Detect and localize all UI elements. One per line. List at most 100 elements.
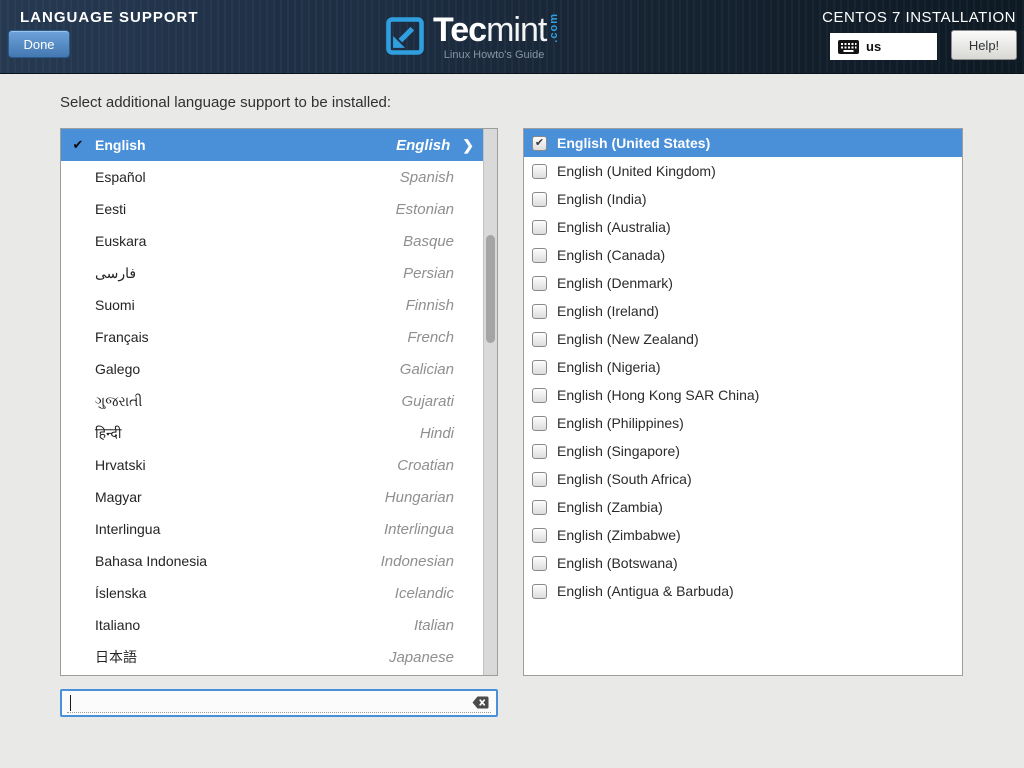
locale-label: English (South Africa): [557, 471, 692, 487]
locale-row[interactable]: English (South Africa): [524, 465, 962, 493]
language-row[interactable]: ગુજરાતીGujarati: [61, 385, 483, 417]
language-row[interactable]: ItalianoItalian: [61, 609, 483, 641]
keyboard-layout-indicator[interactable]: us: [830, 33, 937, 60]
checkbox-unchecked[interactable]: [532, 472, 547, 487]
locale-label: English (New Zealand): [557, 331, 699, 347]
checkbox-unchecked[interactable]: [532, 192, 547, 207]
locale-row[interactable]: English (Zimbabwe): [524, 521, 962, 549]
language-english-name: Italian: [414, 617, 454, 634]
page-title: LANGUAGE SUPPORT: [20, 9, 199, 26]
language-native-name: Bahasa Indonesia: [95, 553, 207, 569]
checkbox-unchecked[interactable]: [532, 528, 547, 543]
checkbox-unchecked[interactable]: [532, 332, 547, 347]
checkbox-unchecked[interactable]: [532, 556, 547, 571]
locale-row[interactable]: English (Canada): [524, 241, 962, 269]
logo-domain: .com: [548, 13, 560, 43]
selected-check-icon: ✔: [61, 137, 95, 153]
language-native-name: Eesti: [95, 201, 126, 217]
language-english-name: Icelandic: [395, 585, 454, 602]
language-native-name: Suomi: [95, 297, 135, 313]
language-english-name: English: [396, 137, 450, 154]
locale-row[interactable]: English (Zambia): [524, 493, 962, 521]
checkbox-unchecked[interactable]: [532, 416, 547, 431]
checkbox-unchecked[interactable]: [532, 584, 547, 599]
language-row[interactable]: EuskaraBasque: [61, 225, 483, 257]
locale-label: English (Zambia): [557, 499, 663, 515]
locale-list: ✔ English (United States) English (United …: [523, 128, 963, 676]
locale-row[interactable]: English (Nigeria): [524, 353, 962, 381]
locale-row[interactable]: English (Australia): [524, 213, 962, 241]
locale-label: English (Singapore): [557, 443, 680, 459]
locale-row[interactable]: English (Singapore): [524, 437, 962, 465]
language-list-scrollbar[interactable]: [483, 129, 497, 675]
locale-row[interactable]: English (Ireland): [524, 297, 962, 325]
language-english-name: Hindi: [420, 425, 454, 442]
locale-row[interactable]: English (Botswana): [524, 549, 962, 577]
checkbox-unchecked[interactable]: [532, 276, 547, 291]
clear-input-icon[interactable]: [472, 696, 489, 709]
locale-row[interactable]: English (Hong Kong SAR China): [524, 381, 962, 409]
language-row[interactable]: InterlinguaInterlingua: [61, 513, 483, 545]
language-native-name: فارسی: [95, 265, 136, 282]
locale-row[interactable]: ✔ English (United States): [524, 129, 962, 157]
locale-label: English (Denmark): [557, 275, 673, 291]
checkbox-unchecked[interactable]: [532, 360, 547, 375]
language-row[interactable]: ✔EnglishEnglish❯: [61, 129, 483, 161]
locale-row[interactable]: English (Denmark): [524, 269, 962, 297]
language-english-name: Interlingua: [384, 521, 454, 538]
checkbox-unchecked[interactable]: [532, 220, 547, 235]
tecmint-logo: Tecmint .com Linux Howto's Guide: [383, 12, 546, 61]
checkbox-checked[interactable]: ✔: [532, 136, 547, 151]
language-row[interactable]: GalegoGalician: [61, 353, 483, 385]
locale-row[interactable]: English (Antigua & Barbuda): [524, 577, 962, 605]
language-search-input[interactable]: [60, 689, 498, 717]
language-native-name: English: [95, 137, 146, 153]
language-row[interactable]: Bahasa Indonesia Indonesian: [61, 545, 483, 577]
language-row[interactable]: 日本語Japanese: [61, 641, 483, 673]
language-english-name: Persian: [403, 265, 454, 282]
checkbox-unchecked[interactable]: [532, 248, 547, 263]
instruction-text: Select additional language support to be…: [60, 94, 391, 111]
locale-row[interactable]: English (New Zealand): [524, 325, 962, 353]
checkbox-unchecked[interactable]: [532, 500, 547, 515]
locale-label: English (United States): [557, 135, 710, 151]
checkbox-unchecked[interactable]: [532, 388, 547, 403]
language-row[interactable]: فارسی Persian: [61, 257, 483, 289]
language-row[interactable]: FrançaisFrench: [61, 321, 483, 353]
logo-wordmark: Tecmint: [433, 12, 546, 48]
logo-tagline: Linux Howto's Guide: [433, 49, 546, 61]
locale-label: English (Nigeria): [557, 359, 660, 375]
product-title: CENTOS 7 INSTALLATION: [822, 9, 1016, 26]
language-english-name: Spanish: [400, 169, 454, 186]
language-row[interactable]: हिन्दी Hindi: [61, 417, 483, 449]
language-native-name: Français: [95, 329, 149, 345]
language-native-name: Íslenska: [95, 585, 146, 601]
checkbox-unchecked[interactable]: [532, 304, 547, 319]
language-row[interactable]: Magyar Hungarian: [61, 481, 483, 513]
locale-label: English (Australia): [557, 219, 671, 235]
done-button[interactable]: Done: [8, 30, 70, 58]
language-native-name: Magyar: [95, 489, 142, 505]
help-button[interactable]: Help!: [951, 30, 1017, 60]
language-native-name: ગુજરાતી: [95, 393, 142, 410]
language-native-name: Español: [95, 169, 146, 185]
locale-label: English (Antigua & Barbuda): [557, 583, 734, 599]
language-row[interactable]: HrvatskiCroatian: [61, 449, 483, 481]
language-english-name: Indonesian: [381, 553, 454, 570]
language-english-name: Hungarian: [385, 489, 454, 506]
language-row[interactable]: EestiEstonian: [61, 193, 483, 225]
language-native-name: हिन्दी: [95, 424, 121, 443]
locale-row[interactable]: English (United Kingdom): [524, 157, 962, 185]
language-native-name: Galego: [95, 361, 140, 377]
language-row[interactable]: Español Spanish: [61, 161, 483, 193]
checkbox-unchecked[interactable]: [532, 164, 547, 179]
language-row[interactable]: Íslenska Icelandic: [61, 577, 483, 609]
language-row[interactable]: SuomiFinnish: [61, 289, 483, 321]
locale-label: English (Botswana): [557, 555, 678, 571]
checkbox-unchecked[interactable]: [532, 444, 547, 459]
locale-row[interactable]: English (India): [524, 185, 962, 213]
language-native-name: 日本語: [95, 647, 137, 667]
keyboard-icon: [838, 40, 859, 54]
scrollbar-thumb[interactable]: [486, 235, 495, 343]
locale-row[interactable]: English (Philippines): [524, 409, 962, 437]
